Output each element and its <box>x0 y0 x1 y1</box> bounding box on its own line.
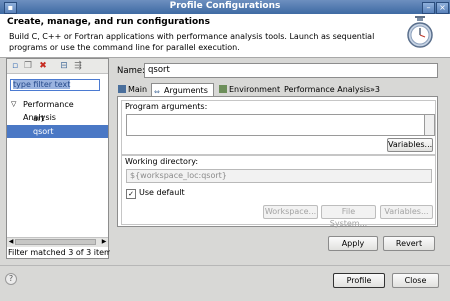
program-arguments-group: Program arguments: Variables... <box>121 100 436 155</box>
window-titlebar: Profile Configurations ▪ – × <box>0 0 450 14</box>
tab-environment[interactable]: Environment <box>219 83 280 96</box>
revert-button[interactable]: Revert <box>383 236 435 251</box>
help-icon[interactable]: ? <box>5 273 17 285</box>
program-arguments-textarea[interactable] <box>126 114 426 136</box>
filter-input[interactable]: type filter text <box>10 79 100 91</box>
variables-button[interactable]: Variables... <box>387 138 433 152</box>
delete-icon[interactable]: ✖ <box>38 61 48 71</box>
use-default-label: Use default <box>139 188 185 197</box>
workspace-button[interactable]: Workspace... <box>263 205 318 219</box>
window-title: Profile Configurations <box>169 1 281 11</box>
filter-icon[interactable]: ⇶ <box>73 61 83 71</box>
working-dir-variables-button[interactable]: Variables... <box>380 205 433 219</box>
name-input[interactable]: qsort <box>144 63 438 78</box>
name-label: Name: <box>117 66 145 76</box>
tab-performance-analysis[interactable]: Performance Analysis <box>284 83 370 96</box>
main-tab-icon <box>118 85 126 93</box>
header-description: Build C, C++ or Fortran applications wit… <box>9 32 375 52</box>
working-directory-input[interactable]: ${workspace_loc:qsort} <box>126 169 432 183</box>
new-config-icon[interactable]: ▫ <box>10 61 20 71</box>
tab-main-label: Main <box>128 85 148 94</box>
profile-button[interactable]: Profile <box>333 273 385 288</box>
footer-separator <box>0 265 450 266</box>
left-toolbar: ▫ ❐ ✖ ⊟ ⇶ <box>7 59 108 74</box>
dialog-header: Create, manage, and run configurations B… <box>0 14 450 58</box>
file-system-button[interactable]: File System... <box>321 205 376 228</box>
tab-bar: Main ⇔ Arguments Environment Performance … <box>117 83 438 97</box>
program-arguments-label: Program arguments: <box>125 102 208 111</box>
apply-button[interactable]: Apply <box>328 236 378 251</box>
horizontal-scrollbar[interactable]: ◀ ▶ <box>7 237 108 247</box>
scroll-right-icon[interactable]: ▶ <box>100 238 108 246</box>
configuration-tree-pane: ▫ ❐ ✖ ⊟ ⇶ type filter text ▽ Performance… <box>6 58 109 259</box>
tab-environment-label: Environment <box>229 85 281 94</box>
tree-item-qsort[interactable]: qsort <box>7 125 108 138</box>
tab-overflow-chevron[interactable]: »3 <box>370 83 380 96</box>
duplicate-icon[interactable]: ❐ <box>23 61 33 71</box>
stopwatch-icon <box>407 16 433 48</box>
tab-arguments-label: Arguments <box>164 86 208 95</box>
tab-main[interactable]: Main <box>118 83 147 96</box>
tree-item-art[interactable]: art <box>7 112 108 125</box>
environment-tab-icon <box>219 85 227 93</box>
use-default-checkbox[interactable]: ✓ Use default <box>126 188 185 199</box>
tab-arguments[interactable]: ⇔ Arguments <box>151 83 214 97</box>
collapse-all-icon[interactable]: ⊟ <box>59 61 69 71</box>
header-title: Create, manage, and run configurations <box>7 17 210 27</box>
working-directory-group: Working directory: ${workspace_loc:qsort… <box>121 155 436 228</box>
close-window-button[interactable]: × <box>436 2 449 14</box>
close-button[interactable]: Close <box>392 273 439 288</box>
expand-toggle-icon[interactable]: ▽ <box>11 98 16 111</box>
arguments-tab-icon: ⇔ <box>154 88 160 96</box>
window-menu-button[interactable]: ▪ <box>4 2 17 14</box>
minimize-button[interactable]: – <box>422 2 435 14</box>
arguments-tab-panel: Program arguments: Variables... Working … <box>117 96 438 228</box>
program-arguments-scrollbar[interactable] <box>424 114 435 136</box>
scroll-thumb[interactable] <box>15 239 96 245</box>
filter-status: Filter matched 3 of 3 item <box>8 248 110 257</box>
working-directory-label: Working directory: <box>125 157 199 166</box>
tree-group-performance-analysis[interactable]: ▽ Performance Analysis <box>7 98 108 122</box>
scroll-left-icon[interactable]: ◀ <box>7 238 15 246</box>
checkmark-icon[interactable]: ✓ <box>126 189 136 199</box>
